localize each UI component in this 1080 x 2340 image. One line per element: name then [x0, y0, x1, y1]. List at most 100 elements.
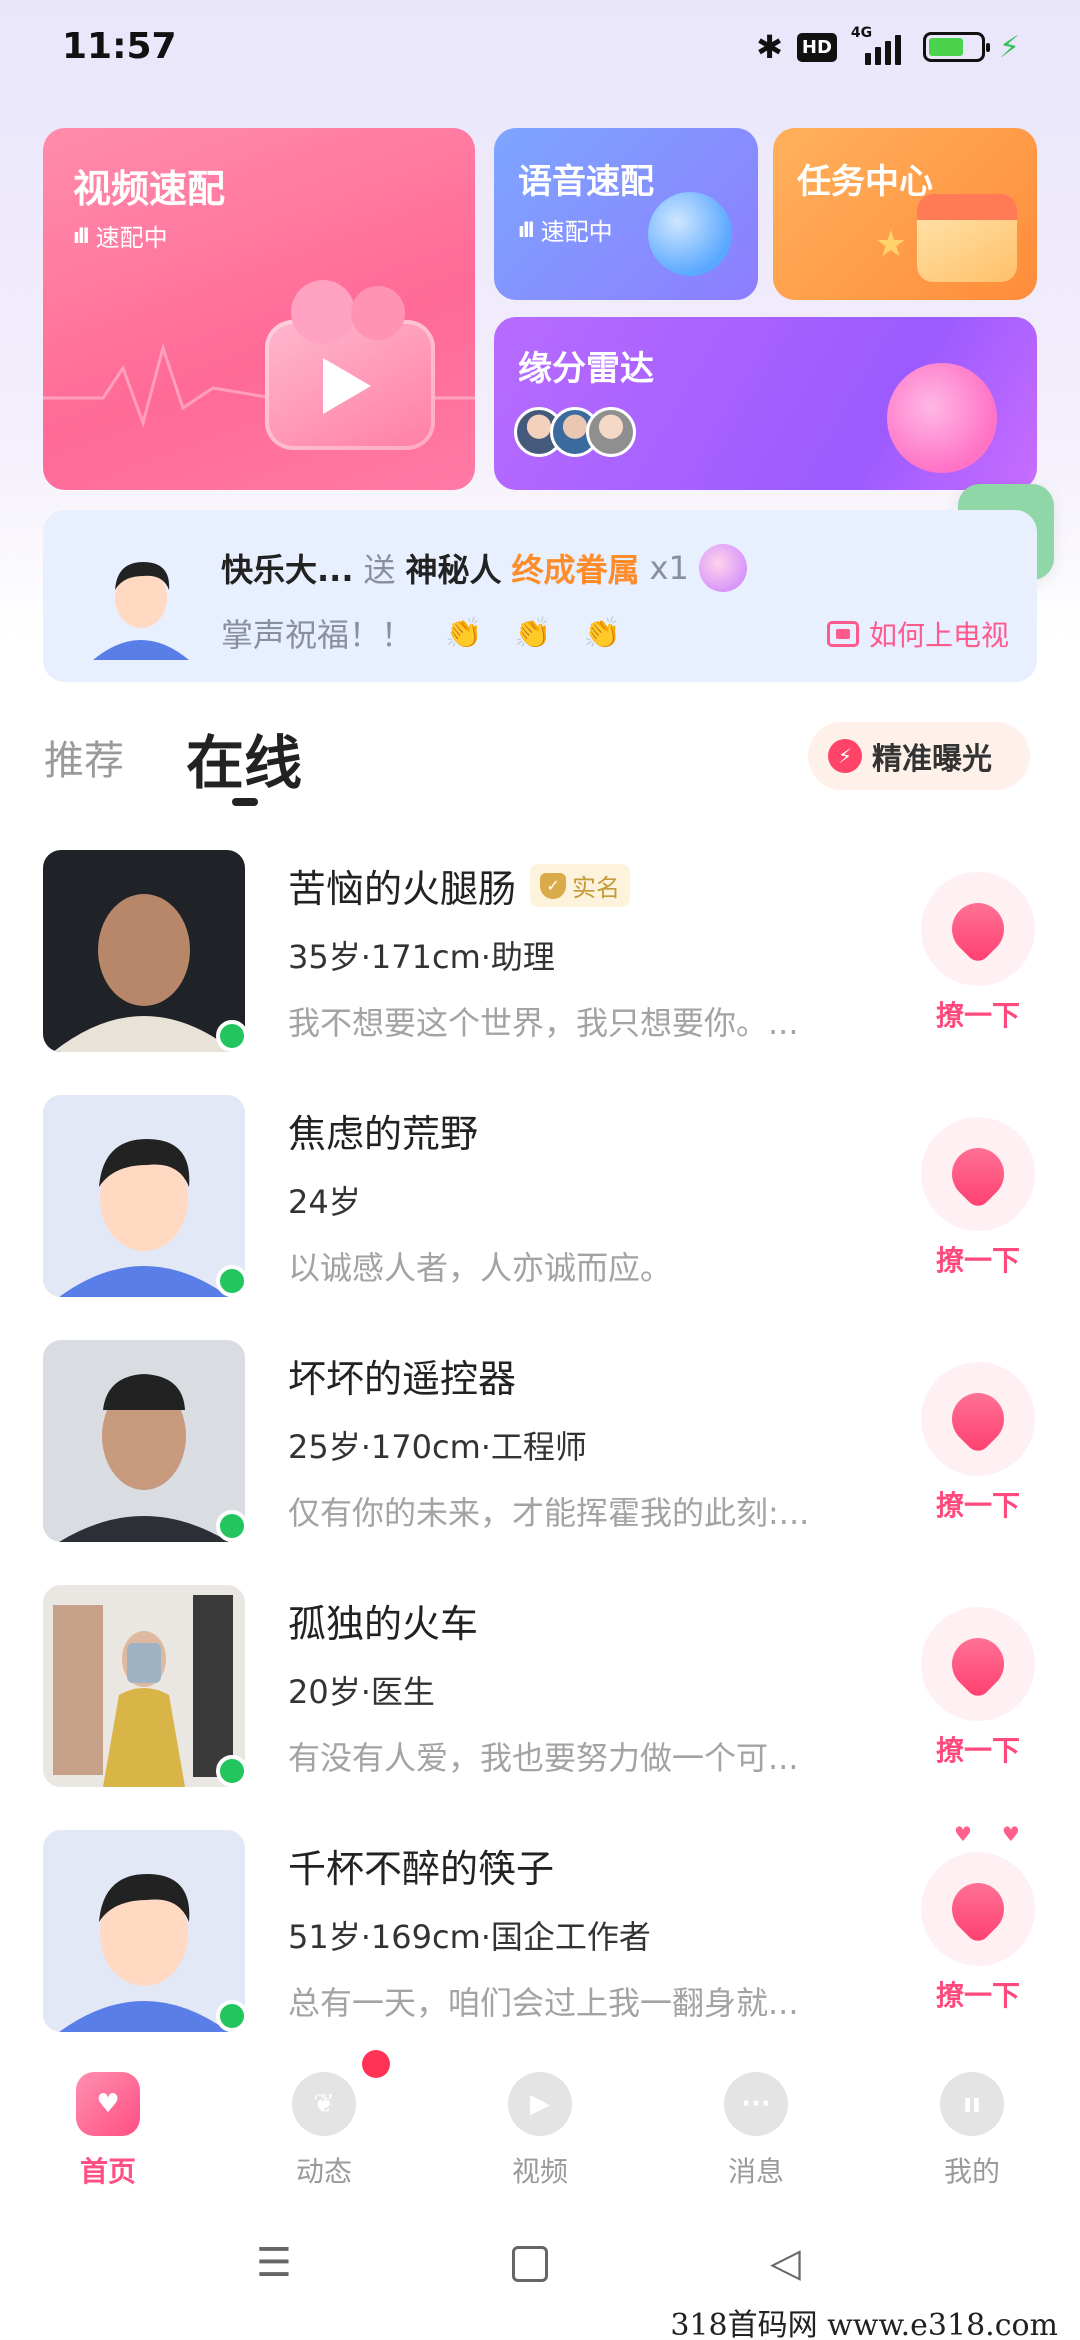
radar-dish-icon [887, 363, 997, 473]
avatar [586, 407, 636, 457]
shield-check-icon: ✓ [540, 872, 567, 899]
video-match-status: ıll 速配中 [73, 223, 168, 253]
user-photo[interactable] [43, 850, 245, 1052]
nav-moments[interactable]: ❦ 动态 [216, 2060, 432, 2200]
user-meta: 51岁·169cm·国企工作者 [288, 1918, 651, 1956]
gift-verb: 送 [363, 551, 396, 589]
user-list: 苦恼的火腿肠 ✓ 实名 35岁·171cm·助理 我不想要这个世界，我只想要你。… [0, 848, 1080, 2073]
charging-icon: ⚡ [998, 29, 1020, 65]
clap-icon: 👏 [583, 615, 622, 651]
video-match-title: 视频速配 [73, 167, 226, 211]
clap-icon: 👏 [514, 615, 552, 651]
online-indicator [216, 1510, 248, 1542]
online-indicator [216, 2000, 248, 2032]
fate-radar-card[interactable]: 缘分雷达 [494, 317, 1037, 490]
signal-icon: 4G [851, 25, 909, 65]
battery-icon [922, 32, 990, 62]
list-item[interactable]: 苦恼的火腿肠 ✓ 实名 35岁·171cm·助理 我不想要这个世界，我只想要你。… [0, 848, 1080, 1093]
gift-message: 掌声祝福！！ [221, 616, 414, 654]
flirt-button[interactable]: 撩一下 [918, 1117, 1038, 1279]
user-photo[interactable] [43, 1340, 245, 1542]
nav-messages[interactable]: ··· 消息 [648, 2060, 864, 2200]
gift-name: 终成眷属 [511, 551, 640, 589]
list-item[interactable]: 孤独的火车 20岁·医生 有没有人爱，我也要努力做一个可... 撩一下 [0, 1583, 1080, 1828]
online-indicator [216, 1265, 248, 1297]
heart-hand-icon [941, 1872, 1015, 1946]
heart-hand-icon [941, 1137, 1015, 1211]
menu-icon[interactable]: ☰ [256, 2240, 292, 2286]
voice-match-status: ıll 速配中 [518, 217, 613, 247]
user-photo[interactable] [43, 1095, 245, 1297]
gift-message-line: 掌声祝福！！ 👏 👏 👏 [221, 610, 621, 656]
watermark: 318首码网 www.e318.com [670, 2308, 1058, 2340]
equalizer-icon: ıll [73, 223, 90, 248]
user-bio: 总有一天，咱们会过上我一翻身就... [288, 1984, 799, 2022]
nav-video[interactable]: ▶ 视频 [432, 2060, 648, 2200]
precise-exposure-button[interactable]: ⚡ 精准曝光 [808, 722, 1030, 790]
flirt-button[interactable]: 撩一下 [918, 1607, 1038, 1769]
heart-hand-icon [941, 1627, 1015, 1701]
status-bar: 11:57 ✱ HD 4G ⚡ [0, 0, 1080, 100]
user-photo[interactable] [43, 1830, 245, 2032]
gift-receiver: 神秘人 [405, 551, 502, 589]
status-icons: ✱ HD 4G ⚡ [756, 25, 1020, 66]
fate-radar-title: 缘分雷达 [518, 349, 654, 389]
tab-recommend[interactable]: 推荐 [44, 728, 124, 786]
nav-home[interactable]: ♥ 首页 [0, 2060, 216, 2200]
bottom-nav: ♥ 首页 ❦ 动态 ▶ 视频 ··· 消息 ıı 我的 [0, 2060, 1080, 2200]
user-photo[interactable] [43, 1585, 245, 1787]
nav-me[interactable]: ıı 我的 [864, 2060, 1080, 2200]
tab-online[interactable]: 在线 [186, 716, 302, 800]
clap-icon: 👏 [445, 615, 483, 651]
user-name: 苦恼的火腿肠 ✓ 实名 [288, 858, 631, 913]
user-meta: 20岁·医生 [288, 1673, 435, 1711]
leaf-icon: ❦ [292, 2072, 356, 2136]
flirt-button[interactable]: 撩一下 [918, 1852, 1038, 2014]
chat-icon: ··· [724, 2072, 788, 2136]
list-item[interactable]: 千杯不醉的筷子 51岁·169cm·国企工作者 总有一天，咱们会过上我一翻身就.… [0, 1822, 1080, 2073]
gift-sender[interactable]: 快乐大... [221, 545, 353, 591]
gift-line: 快乐大... 送 神秘人 终成眷属 x1 [221, 544, 747, 592]
heart-hand-icon [941, 892, 1015, 966]
microphone-icon [648, 192, 732, 276]
list-item[interactable]: 坏坏的遥控器 25岁·170cm·工程师 仅有你的未来，才能挥霍我的此刻:...… [0, 1338, 1080, 1583]
list-item[interactable]: 焦虑的荒野 24岁 以诚感人者，人亦诚而应。 撩一下 [0, 1093, 1080, 1338]
user-name: 焦虑的荒野 [288, 1112, 479, 1156]
flirt-button[interactable]: 撩一下 [918, 1362, 1038, 1524]
voice-match-card[interactable]: 语音速配 ıll 速配中 [494, 128, 758, 300]
floating-hearts-icon: ♥♥ [954, 1822, 1050, 1846]
how-to-tv-link[interactable]: 如何上电视 [826, 614, 1009, 654]
tv-icon [826, 621, 859, 647]
calendar-icon [917, 194, 1017, 282]
back-icon[interactable]: ◁ [770, 2240, 801, 2286]
user-bio: 有没有人爱，我也要努力做一个可... [288, 1739, 799, 1777]
user-bio: 我不想要这个世界，我只想要你。... [288, 1004, 799, 1042]
verified-badge: ✓ 实名 [530, 864, 631, 907]
gift-icon [698, 544, 747, 592]
user-meta: 25岁·170cm·工程师 [288, 1428, 587, 1466]
profile-icon: ıı [940, 2072, 1004, 2136]
avatar [83, 540, 199, 660]
equalizer-icon: ıll [518, 217, 535, 242]
user-meta: 24岁 [288, 1183, 361, 1221]
heart-hand-icon [941, 1382, 1015, 1456]
video-match-card[interactable]: 视频速配 ıll 速配中 [43, 128, 475, 490]
user-meta: 35岁·171cm·助理 [288, 938, 555, 976]
user-bio: 以诚感人者，人亦诚而应。 [288, 1249, 673, 1287]
user-name: 千杯不醉的筷子 [288, 1847, 555, 1891]
system-nav: ☰ ◁ [0, 2240, 1080, 2300]
user-name: 坏坏的遥控器 [288, 1357, 517, 1401]
video-icon: ▶ [508, 2072, 572, 2136]
hd-icon: HD [796, 32, 837, 62]
notification-dot [362, 2050, 390, 2078]
flirt-button[interactable]: 撩一下 [918, 872, 1038, 1034]
task-center-card[interactable]: 任务中心 ★ [773, 128, 1037, 300]
user-bio: 仅有你的未来，才能挥霍我的此刻:... [288, 1494, 810, 1532]
home-button-icon[interactable] [512, 2246, 548, 2282]
voice-match-title: 语音速配 [518, 162, 654, 202]
gift-banner[interactable]: 快乐大... 送 神秘人 终成眷属 x1 掌声祝福！！ 👏 👏 👏 如何上电视 [43, 510, 1037, 682]
gift-count: x1 [649, 549, 689, 587]
lightning-icon: ⚡ [828, 739, 862, 773]
tab-indicator [232, 798, 258, 806]
radar-avatars [514, 407, 636, 457]
